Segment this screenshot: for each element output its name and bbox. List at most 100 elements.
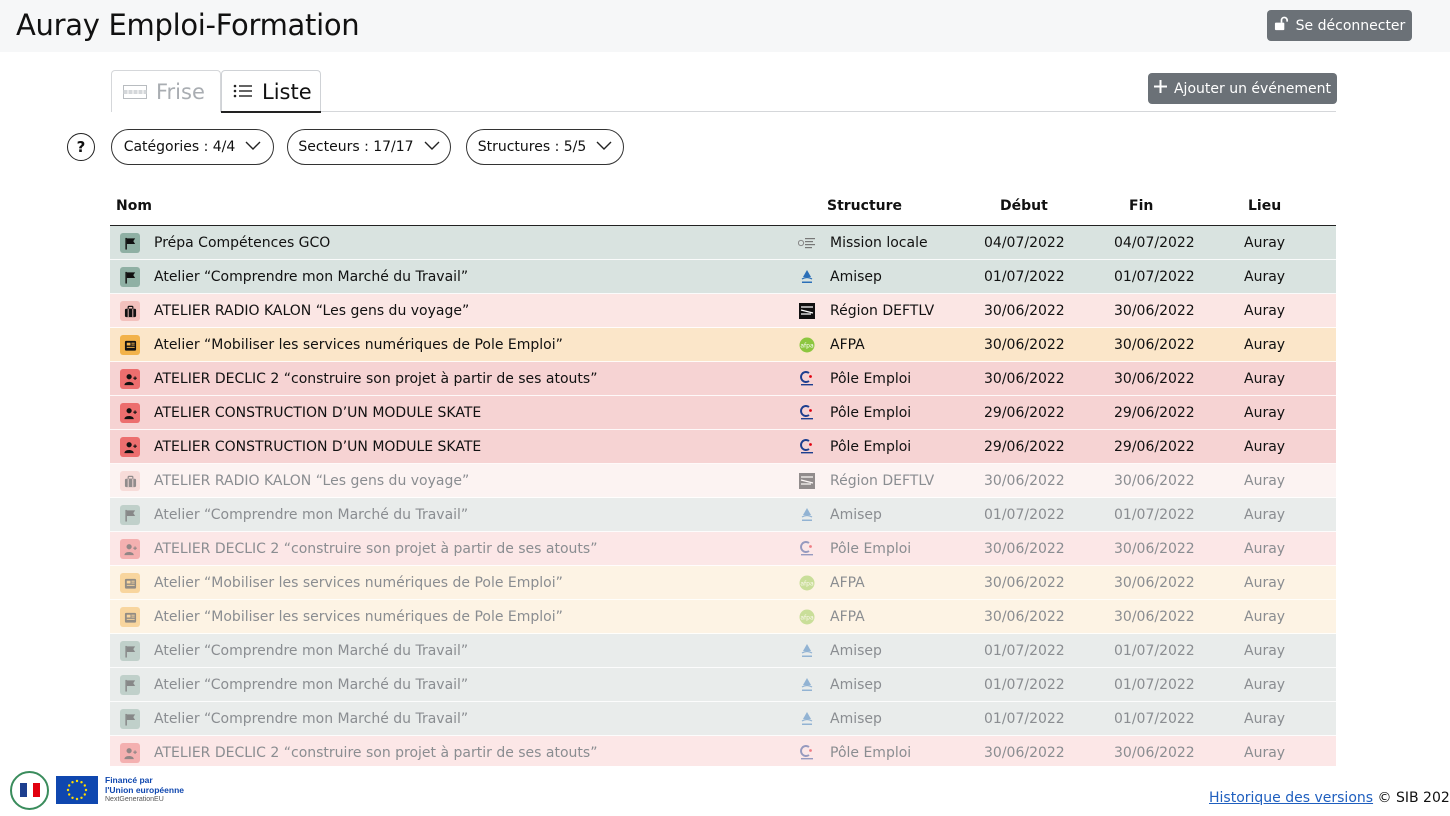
tab-frise-label: Frise [156, 79, 205, 104]
user-plus-icon [120, 437, 140, 457]
event-structure: Région DEFTLV [830, 303, 935, 319]
event-start-date: 01/07/2022 [984, 507, 1065, 523]
table-row[interactable]: ATELIER RADIO KALON “Les gens du voyage”… [110, 464, 1336, 498]
funding-logos: Financé par l'Union européenne NextGener… [10, 770, 184, 810]
list-icon [233, 80, 253, 104]
region-logo-icon [798, 303, 816, 319]
table-row[interactable]: Prépa Compétences GCO Mission locale 04/07… [110, 226, 1336, 260]
chevron-down-icon [245, 139, 261, 155]
newspaper-icon [120, 607, 140, 627]
table-row[interactable]: ATELIER CONSTRUCTION D’UN MODULE SKATE Pô… [110, 430, 1336, 464]
user-plus-icon [120, 539, 140, 559]
event-start-date: 01/07/2022 [984, 643, 1065, 659]
event-start-date: 30/06/2022 [984, 303, 1065, 319]
app-title: Auray Emploi-Formation [16, 8, 360, 42]
event-start-date: 01/07/2022 [984, 269, 1065, 285]
table-row[interactable]: Atelier “Comprendre mon Marché du Travai… [110, 668, 1336, 702]
column-header-debut[interactable]: Début [1000, 198, 1048, 214]
event-structure: Pôle Emploi [830, 405, 912, 421]
event-end-date: 30/06/2022 [1114, 473, 1195, 489]
table-row[interactable]: ATELIER DECLIC 2 “construire son projet … [110, 362, 1336, 396]
event-start-date: 30/06/2022 [984, 575, 1065, 591]
svg-text:afpa: afpa [800, 615, 814, 622]
user-plus-icon [120, 403, 140, 423]
unlock-icon [1274, 16, 1289, 35]
event-location: Auray [1244, 507, 1286, 523]
column-header-lieu[interactable]: Lieu [1248, 198, 1281, 214]
france-relance-logo [10, 770, 49, 810]
chevron-down-icon [596, 139, 612, 155]
event-end-date: 30/06/2022 [1114, 575, 1195, 591]
table-row[interactable]: Atelier “Mobiliser les services numériqu… [110, 566, 1336, 600]
event-name: Atelier “Mobiliser les services numériqu… [154, 609, 563, 625]
table-row[interactable]: ATELIER RADIO KALON “Les gens du voyage”… [110, 294, 1336, 328]
table-row[interactable]: Atelier “Comprendre mon Marché du Travai… [110, 702, 1336, 736]
footer-right: Historique des versions © SIB 2022 [1209, 790, 1450, 806]
table-row[interactable]: Atelier “Comprendre mon Marché du Travai… [110, 634, 1336, 668]
filter-structures-label: Structures : 5/5 [477, 139, 587, 155]
column-header-structure[interactable]: Structure [827, 198, 902, 214]
event-structure: Mission locale [830, 235, 928, 251]
table-row[interactable]: Atelier “Mobiliser les services numériqu… [110, 600, 1336, 634]
afpa-logo-icon: afpa [798, 337, 816, 353]
briefcase-icon [120, 471, 140, 491]
funding-line-2: l'Union européenne [105, 785, 184, 795]
flag-icon [120, 675, 140, 695]
table-row[interactable]: Atelier “Comprendre mon Marché du Travai… [110, 260, 1336, 294]
event-end-date: 01/07/2022 [1114, 643, 1195, 659]
event-location: Auray [1244, 303, 1286, 319]
table-row[interactable]: ATELIER DECLIC 2 “construire son projet … [110, 736, 1336, 766]
event-location: Auray [1244, 643, 1286, 659]
event-name: Atelier “Comprendre mon Marché du Travai… [154, 643, 469, 659]
table-row[interactable]: ATELIER DECLIC 2 “construire son projet … [110, 532, 1336, 566]
newspaper-icon [120, 335, 140, 355]
logout-button[interactable]: Se déconnecter [1267, 10, 1412, 41]
event-end-date: 30/06/2022 [1114, 337, 1195, 353]
event-start-date: 30/06/2022 [984, 371, 1065, 387]
table-row[interactable]: Atelier “Comprendre mon Marché du Travai… [110, 498, 1336, 532]
flag-icon [120, 233, 140, 253]
filter-structures[interactable]: Structures : 5/5 [466, 129, 624, 165]
help-button[interactable]: ? [67, 133, 95, 161]
column-header-fin[interactable]: Fin [1129, 198, 1153, 214]
table-row[interactable]: ATELIER CONSTRUCTION D’UN MODULE SKATE Pô… [110, 396, 1336, 430]
amisep-logo-icon [798, 269, 816, 285]
tab-liste[interactable]: Liste [221, 70, 321, 113]
event-location: Auray [1244, 269, 1286, 285]
event-end-date: 30/06/2022 [1114, 303, 1195, 319]
event-location: Auray [1244, 473, 1286, 489]
event-start-date: 30/06/2022 [984, 473, 1065, 489]
event-structure: AFPA [830, 609, 865, 625]
add-event-button[interactable]: Ajouter un événement [1148, 73, 1337, 104]
flag-icon [120, 505, 140, 525]
pole-emploi-logo-icon [798, 541, 816, 557]
user-plus-icon [120, 369, 140, 389]
event-name: Atelier “Comprendre mon Marché du Travai… [154, 677, 469, 693]
filter-secteurs[interactable]: Secteurs : 17/17 [287, 129, 451, 165]
event-name: Atelier “Comprendre mon Marché du Travai… [154, 507, 469, 523]
logout-label: Se déconnecter [1295, 17, 1406, 34]
event-location: Auray [1244, 745, 1286, 761]
event-name: Atelier “Comprendre mon Marché du Travai… [154, 269, 469, 285]
event-name: ATELIER RADIO KALON “Les gens du voyage” [154, 473, 470, 489]
event-name: Prépa Compétences GCO [154, 235, 331, 251]
table-row[interactable]: Atelier “Mobiliser les services numériqu… [110, 328, 1336, 362]
tab-frise[interactable]: Frise [111, 70, 221, 112]
column-header-nom[interactable]: Nom [116, 198, 152, 214]
pole-emploi-logo-icon [798, 371, 816, 387]
event-start-date: 29/06/2022 [984, 405, 1065, 421]
events-table-body: Prépa Compétences GCO Mission locale 04/07… [110, 226, 1336, 766]
filter-categories[interactable]: Catégories : 4/4 [111, 129, 274, 165]
amisep-logo-icon [798, 711, 816, 727]
version-history-link[interactable]: Historique des versions [1209, 790, 1373, 806]
event-end-date: 04/07/2022 [1114, 235, 1195, 251]
plus-icon [1153, 80, 1167, 97]
mission-locale-logo-icon [798, 235, 816, 251]
event-start-date: 30/06/2022 [984, 745, 1065, 761]
event-name: ATELIER DECLIC 2 “construire son projet … [154, 745, 598, 761]
event-start-date: 01/07/2022 [984, 677, 1065, 693]
event-location: Auray [1244, 609, 1286, 625]
event-location: Auray [1244, 575, 1286, 591]
event-structure: AFPA [830, 337, 865, 353]
table-header: Nom Structure Début Fin Lieu [110, 190, 1336, 226]
